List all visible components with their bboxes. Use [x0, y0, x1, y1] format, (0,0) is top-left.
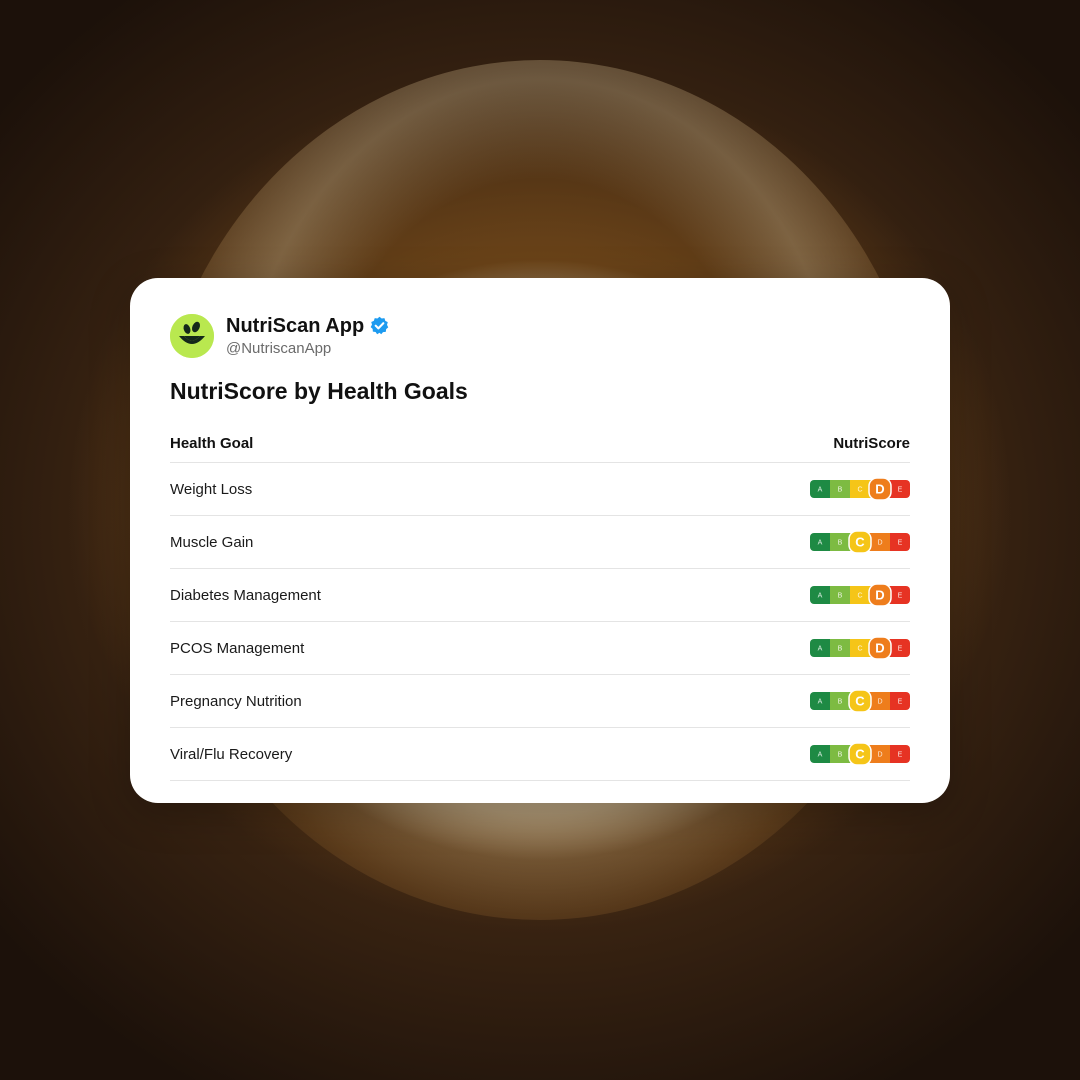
- table-row: Viral/Flu Recovery A B D E C: [170, 728, 910, 781]
- health-goal-label: Muscle Gain: [170, 533, 254, 551]
- nutriscore-badge: A B D EC: [810, 689, 910, 713]
- health-goal-label: Viral/Flu Recovery: [170, 745, 293, 763]
- account-handle[interactable]: @NutriscanApp: [226, 339, 389, 359]
- nutriscore-letter-b: B: [838, 646, 843, 653]
- nutriscore-letter-b: B: [838, 699, 843, 706]
- nutriscore-badge: A B D EC: [810, 530, 910, 554]
- nutriscore-letter-d: D: [877, 699, 882, 706]
- nutriscore-selected-letter: C: [855, 535, 865, 550]
- nutriscore-letter-c: C: [857, 646, 862, 653]
- nutriscore-selected-letter: D: [875, 588, 884, 603]
- post-card: NutriScan App @NutriscanApp NutriScore b…: [130, 278, 950, 803]
- nutriscore-letter-e: E: [898, 487, 903, 494]
- account-name[interactable]: NutriScan App: [226, 314, 364, 338]
- nutriscore-letter-e: E: [898, 593, 903, 600]
- nutriscore-letter-e: E: [898, 699, 903, 706]
- verified-badge-icon: [370, 316, 389, 335]
- nutriscore-badge: A B C ED: [810, 636, 910, 660]
- nutriscore-letter-c: C: [857, 593, 862, 600]
- nutriscore-badge: A B D EC: [810, 742, 910, 766]
- header-health-goal: Health Goal: [170, 434, 254, 452]
- table-row: Weight Loss A B C E D: [170, 463, 910, 516]
- nutriscore-selected-letter: C: [855, 747, 865, 762]
- nutriscore-selected-letter: D: [875, 482, 884, 497]
- health-goal-label: Weight Loss: [170, 480, 253, 498]
- nutriscore-letter-b: B: [838, 752, 843, 759]
- account-identity: NutriScan App @NutriscanApp: [226, 314, 389, 359]
- nutriscore-selected-letter: D: [875, 641, 884, 656]
- nutriscore-letter-e: E: [898, 540, 903, 547]
- nutriscore-letter-e: E: [898, 752, 903, 759]
- health-goal-label: Diabetes Management: [170, 586, 321, 604]
- nutriscore-badge: A B C ED: [810, 477, 910, 501]
- nutriscan-logo-icon[interactable]: [170, 314, 214, 358]
- nutriscore-table: Health Goal NutriScore Weight Loss ABCED…: [170, 424, 910, 781]
- table-row: Muscle Gain A B D E C: [170, 516, 910, 569]
- table-row: Diabetes Management A B C E D: [170, 569, 910, 622]
- nutriscore-letter-a: A: [818, 699, 823, 706]
- nutriscore-letter-b: B: [838, 593, 843, 600]
- health-goal-label: Pregnancy Nutrition: [170, 692, 302, 710]
- post-header: NutriScan App @NutriscanApp: [170, 312, 910, 360]
- nutriscore-letter-c: C: [857, 487, 862, 494]
- table-row: PCOS Management A B C E D: [170, 622, 910, 675]
- nutriscore-letter-b: B: [838, 540, 843, 547]
- nutriscore-letter-e: E: [898, 646, 903, 653]
- table-header: Health Goal NutriScore: [170, 424, 910, 463]
- nutriscore-letter-d: D: [877, 752, 882, 759]
- nutriscore-letter-b: B: [838, 487, 843, 494]
- account-name-row: NutriScan App: [226, 314, 389, 338]
- nutriscore-letter-a: A: [818, 646, 823, 653]
- nutriscore-selected-letter: C: [855, 694, 865, 709]
- nutriscore-letter-a: A: [818, 540, 823, 547]
- nutriscore-letter-a: A: [818, 752, 823, 759]
- nutriscore-letter-a: A: [818, 487, 823, 494]
- health-goal-label: PCOS Management: [170, 639, 305, 657]
- nutriscore-badge: A B C ED: [810, 583, 910, 607]
- table-row: Pregnancy Nutrition A B D E C: [170, 675, 910, 728]
- post-title: NutriScore by Health Goals: [170, 378, 468, 404]
- header-nutriscore: NutriScore: [833, 434, 910, 452]
- nutriscore-letter-d: D: [877, 540, 882, 547]
- nutriscore-letter-a: A: [818, 593, 823, 600]
